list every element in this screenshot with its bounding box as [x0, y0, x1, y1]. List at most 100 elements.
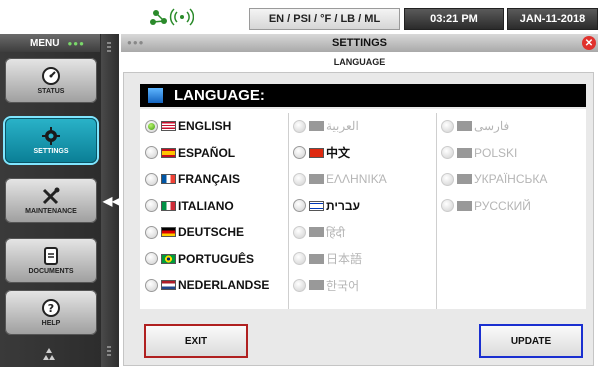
- sidebar-item-label: SETTINGS: [33, 148, 69, 155]
- language-option[interactable]: PORTUGUÊS: [145, 248, 254, 270]
- language-label: ESPAÑOL: [178, 145, 236, 160]
- radio-icon[interactable]: [145, 199, 158, 212]
- language-label: فارسی: [474, 119, 510, 133]
- radio-icon[interactable]: [145, 172, 158, 186]
- radio-icon[interactable]: [293, 146, 306, 159]
- sidebar-menu: MENU ●●● ◀◀ STATUS SETTINGS MAINTENANCE …: [0, 34, 121, 367]
- flag-in-icon: [309, 227, 324, 237]
- language-option: РУССКИЙ: [441, 195, 531, 217]
- language-option[interactable]: ITALIANO: [145, 195, 234, 217]
- radio-icon: [293, 252, 306, 265]
- language-options: ENGLISH ESPAÑOL FRANÇAIS ITALIANO DEUTSCHE PO…: [140, 109, 586, 309]
- sidebar-item-label: HELP: [41, 320, 61, 327]
- sidebar-item-maintenance[interactable]: MAINTENANCE: [5, 178, 97, 223]
- language-label: 日本語: [326, 252, 363, 266]
- language-header-icon: [148, 88, 163, 103]
- help-icon: ?: [42, 299, 60, 317]
- language-option: हिंदी: [293, 221, 345, 243]
- language-label: DEUTSCHE: [178, 225, 245, 239]
- flag-gr-icon: [309, 174, 324, 184]
- language-option[interactable]: FRANÇAIS: [145, 168, 240, 190]
- close-icon[interactable]: ✕: [582, 36, 596, 50]
- menu-header: MENU ●●●: [0, 34, 100, 52]
- radio-icon: [293, 278, 306, 292]
- collapse-sidebar-icon[interactable]: ◀◀: [103, 194, 121, 208]
- flag-ir-icon: [457, 121, 472, 131]
- update-button[interactable]: UPDATE: [479, 324, 583, 358]
- language-option: УКРАЇНСЬКА: [441, 168, 547, 190]
- flag-pl-icon: [457, 147, 472, 158]
- radio-selected-icon[interactable]: [145, 119, 158, 133]
- sidebar-item-settings[interactable]: SETTINGS: [5, 118, 97, 163]
- language-option[interactable]: DEUTSCHE: [145, 221, 244, 243]
- flag-jp-icon: [309, 253, 324, 264]
- window-dots-icon: ●●●: [67, 38, 85, 48]
- sidebar-item-label: STATUS: [37, 88, 65, 95]
- svg-text:?: ?: [48, 302, 54, 315]
- sidebar-item-help[interactable]: ? HELP: [5, 290, 97, 335]
- clock-date: JAN-11-2018: [507, 8, 598, 30]
- exit-button[interactable]: EXIT: [144, 324, 248, 358]
- units-selector[interactable]: EN / PSI / °F / LB / ML: [249, 8, 400, 30]
- language-panel: LANGUAGE: ENGLISH ESPAÑOL FRANÇAIS ITALIANO…: [123, 72, 594, 366]
- language-option: 日本語: [293, 248, 362, 270]
- flag-nl-icon: [161, 280, 176, 290]
- language-option: فارسی: [441, 115, 509, 137]
- radio-icon: [293, 119, 306, 133]
- radio-icon: [441, 146, 454, 159]
- language-header: LANGUAGE:: [140, 84, 586, 107]
- language-option: POLSKI: [441, 142, 517, 164]
- flag-il-icon: [309, 200, 324, 211]
- sidebar-item-status[interactable]: STATUS: [5, 58, 97, 103]
- window-title: SETTINGS: [331, 37, 387, 49]
- flag-fr-icon: [161, 174, 176, 184]
- status-bar: EN / PSI / °F / LB / ML 03:21 PM JAN-11-…: [0, 0, 598, 33]
- language-label: 한국어: [326, 278, 360, 293]
- language-option[interactable]: ENGLISH: [145, 115, 231, 137]
- radio-icon: [293, 225, 306, 239]
- sidebar-item-label: DOCUMENTS: [28, 268, 74, 275]
- flag-us-icon: [161, 121, 176, 131]
- language-label: עברית: [326, 198, 361, 213]
- network-wireless-icon: [150, 7, 196, 27]
- flag-br-icon: [161, 253, 176, 264]
- page-subtitle: LANGUAGE: [333, 57, 386, 67]
- flag-es-icon: [161, 147, 176, 158]
- language-option[interactable]: ESPAÑOL: [145, 142, 235, 164]
- language-option[interactable]: 中文: [293, 142, 350, 164]
- flag-ru-icon: [457, 200, 472, 211]
- language-option: العربية: [293, 115, 359, 137]
- language-label: FRANÇAIS: [178, 172, 240, 186]
- window-dots-icon: ●●●: [127, 38, 145, 47]
- radio-icon[interactable]: [145, 278, 158, 292]
- language-label: УКРАЇНСЬКА: [474, 172, 548, 186]
- settings-header: ●●● SETTINGS ✕: [121, 34, 598, 52]
- radio-icon[interactable]: [145, 225, 158, 239]
- language-label: NEDERLANDSE: [178, 278, 270, 292]
- gauge-icon: [42, 67, 60, 85]
- language-label: ITALIANO: [178, 198, 234, 213]
- language-header-title: LANGUAGE:: [174, 87, 265, 104]
- settings-window: ●●● SETTINGS ✕ LANGUAGE LANGUAGE: ENGLIS…: [121, 34, 598, 367]
- language-label: 中文: [326, 146, 351, 160]
- language-label: ENGLISH: [178, 119, 232, 133]
- recycle-icon: [43, 348, 55, 360]
- language-label: POLSKI: [474, 145, 518, 160]
- radio-icon: [441, 199, 454, 212]
- sidebar-item-documents[interactable]: DOCUMENTS: [5, 238, 97, 283]
- sidebar-item-label: MAINTENANCE: [25, 208, 77, 215]
- menu-title: MENU: [30, 37, 60, 49]
- gear-icon: [42, 127, 60, 145]
- radio-icon[interactable]: [145, 252, 158, 265]
- flag-de-icon: [161, 227, 176, 237]
- flag-ua-icon: [457, 174, 472, 184]
- language-option[interactable]: עברית: [293, 195, 360, 217]
- language-label: हिंदी: [326, 225, 345, 240]
- language-option[interactable]: NEDERLANDSE: [145, 274, 269, 296]
- language-option: 한국어: [293, 274, 359, 296]
- flag-sa-icon: [309, 121, 324, 131]
- clock-time: 03:21 PM: [404, 8, 504, 30]
- radio-icon: [293, 172, 306, 186]
- radio-icon[interactable]: [293, 199, 306, 212]
- radio-icon[interactable]: [145, 146, 158, 159]
